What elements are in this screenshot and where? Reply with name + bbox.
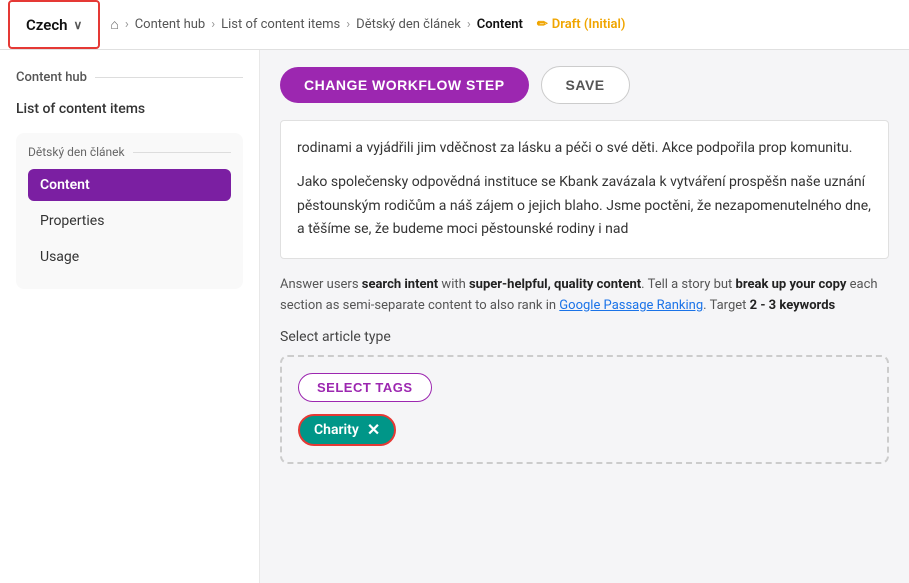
article-type-label: Select article type	[280, 329, 889, 345]
sidebar-sub-title: Dětský den článek	[28, 145, 231, 159]
sidebar-item-usage-label: Usage	[40, 249, 79, 265]
breadcrumb-sep-0: ›	[125, 17, 129, 32]
article-paragraph-2: Jako společensky odpovědná instituce se …	[297, 171, 872, 242]
header: Czech ∨ ⌂ › Content hub › List of conten…	[0, 0, 909, 50]
seo-hint: Answer users search intent with super-he…	[280, 275, 889, 317]
sidebar-section-content-hub: Content hub	[16, 70, 243, 85]
breadcrumb-sep-3: ›	[467, 17, 471, 32]
seo-google-link[interactable]: Google Passage Ranking	[559, 298, 703, 313]
main-layout: Content hub List of content items Dětský…	[0, 50, 909, 583]
sidebar-list-item-label: List of content items	[16, 101, 145, 117]
sidebar-item-content[interactable]: Content	[28, 169, 231, 201]
seo-keywords: 2 - 3 keywords	[750, 298, 836, 313]
breadcrumb-list[interactable]: List of content items	[221, 17, 340, 32]
language-selector[interactable]: Czech ∨	[8, 0, 100, 49]
sidebar-sub-title-label: Dětský den článek	[28, 145, 125, 159]
tag-charity-label: Charity	[314, 422, 359, 438]
sidebar-item-properties[interactable]: Properties	[28, 205, 231, 237]
breadcrumb-current: Content	[477, 17, 523, 32]
sidebar-item-properties-label: Properties	[40, 213, 104, 229]
save-button[interactable]: SAVE	[541, 66, 630, 104]
tag-charity-close-icon[interactable]: ✕	[367, 422, 380, 438]
content-area: CHANGE WORKFLOW STEP SAVE rodinami a vyj…	[260, 50, 909, 583]
tag-charity[interactable]: Charity ✕	[298, 414, 396, 446]
article-paragraph-1: rodinami a vyjádřili jim vděčnost za lás…	[297, 137, 872, 161]
article-text-block: rodinami a vyjádřili jim vděčnost za lás…	[280, 120, 889, 259]
sidebar-item-usage[interactable]: Usage	[28, 241, 231, 273]
toolbar: CHANGE WORKFLOW STEP SAVE	[260, 50, 909, 120]
sidebar-item-content-label: Content	[40, 177, 90, 193]
select-tags-button[interactable]: SELECT TAGS	[298, 373, 432, 402]
change-workflow-button[interactable]: CHANGE WORKFLOW STEP	[280, 67, 529, 103]
sidebar: Content hub List of content items Dětský…	[0, 50, 260, 583]
breadcrumb-article[interactable]: Dětský den článek	[356, 17, 461, 32]
draft-badge: ✏ Draft (Initial)	[537, 17, 626, 32]
article-type-section: Select article type SELECT TAGS Charity …	[280, 329, 889, 464]
seo-quality: super-helpful, quality content	[469, 277, 641, 292]
breadcrumb: ⌂ › Content hub › List of content items …	[110, 16, 625, 33]
breadcrumb-sep-2: ›	[346, 17, 350, 32]
seo-search-intent: search intent	[362, 277, 438, 292]
seo-break-copy: break up your copy	[736, 277, 847, 292]
pencil-icon: ✏	[537, 17, 548, 32]
sidebar-section-title-label: Content hub	[16, 70, 87, 85]
article-content: rodinami a vyjádřili jim vděčnost za lás…	[260, 120, 909, 583]
draft-label: Draft (Initial)	[552, 17, 626, 32]
home-icon[interactable]: ⌂	[110, 16, 118, 33]
sidebar-list-item[interactable]: List of content items	[16, 97, 243, 121]
breadcrumb-content-hub[interactable]: Content hub	[135, 17, 205, 32]
chevron-down-icon: ∨	[74, 18, 83, 32]
lang-label: Czech	[26, 16, 68, 34]
tags-container: SELECT TAGS Charity ✕	[280, 355, 889, 464]
sidebar-subsection: Dětský den článek Content Properties Usa…	[16, 133, 243, 289]
breadcrumb-sep-1: ›	[211, 17, 215, 32]
